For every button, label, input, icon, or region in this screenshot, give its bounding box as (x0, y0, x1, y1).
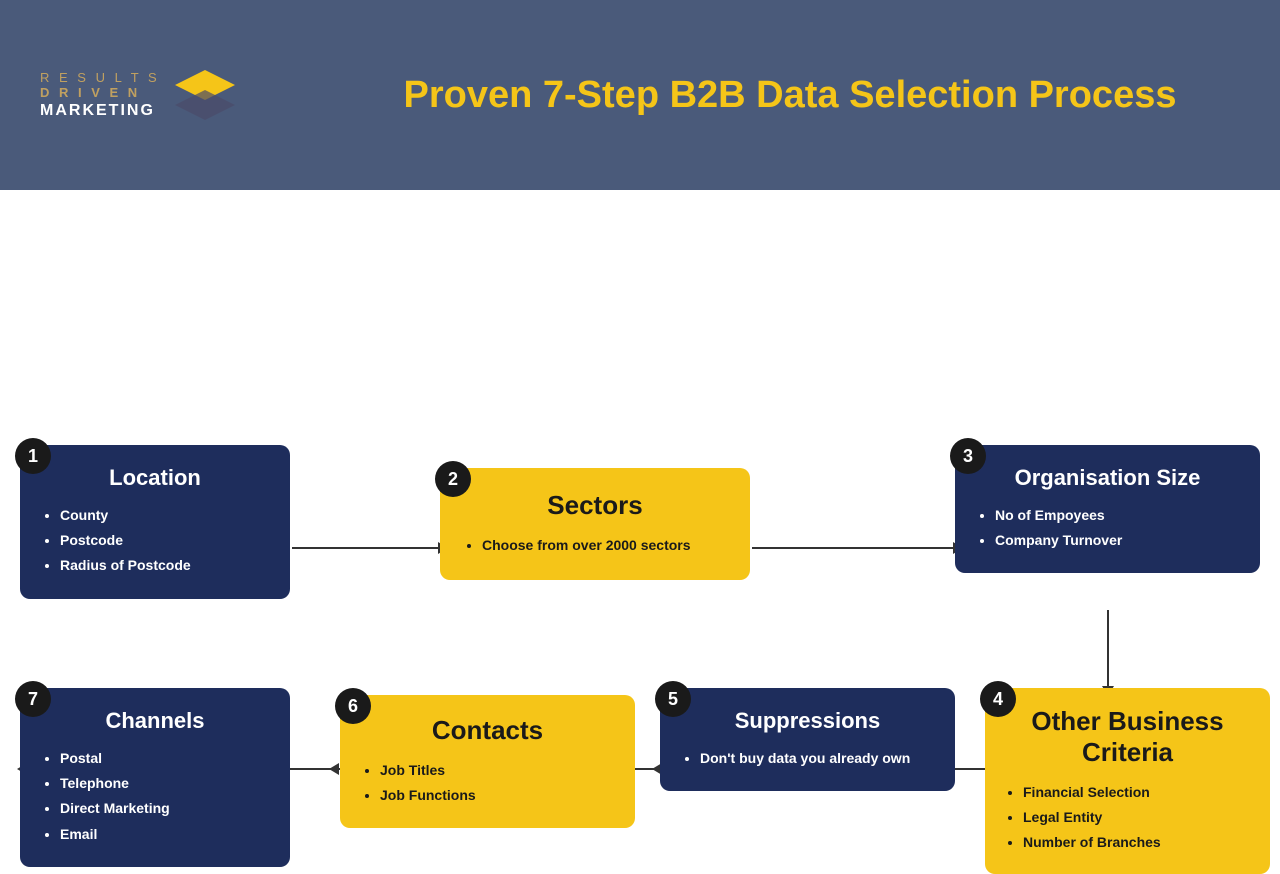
logo-text: R E S U L T S D R I V E N MARKETING (40, 70, 160, 120)
card-channels-title: Channels (38, 708, 272, 734)
list-item: Postcode (60, 528, 272, 553)
card-contacts: Contacts Job Titles Job Functions (340, 695, 635, 828)
list-item: No of Empoyees (995, 503, 1242, 528)
card-channels: Channels Postal Telephone Direct Marketi… (20, 688, 290, 867)
logo-marketing: MARKETING (40, 101, 160, 120)
card-sectors-title: Sectors (460, 490, 730, 521)
list-item: Direct Marketing (60, 796, 272, 821)
logo-chevron-icon (170, 65, 240, 125)
card-location-title: Location (38, 465, 272, 491)
card-sectors-list: Choose from over 2000 sectors (460, 533, 730, 558)
list-item: Legal Entity (1023, 805, 1254, 830)
arrow-3-to-4 (1107, 610, 1109, 688)
step-badge-1: 1 (15, 438, 51, 474)
card-channels-list: Postal Telephone Direct Marketing Email (38, 746, 272, 847)
list-item: Postal (60, 746, 272, 771)
card-location-list: County Postcode Radius of Postcode (38, 503, 272, 579)
card-other-business: Other Business Criteria Financial Select… (985, 688, 1270, 874)
step-badge-4: 4 (980, 681, 1016, 717)
step-badge-2: 2 (435, 461, 471, 497)
list-item: Job Titles (380, 758, 617, 783)
list-item: Don't buy data you already own (700, 746, 937, 771)
logo-area: R E S U L T S D R I V E N MARKETING (40, 65, 300, 125)
step-badge-6: 6 (335, 688, 371, 724)
card-suppressions-list: Don't buy data you already own (678, 746, 937, 771)
list-item: Number of Branches (1023, 830, 1254, 855)
page-title: Proven 7-Step B2B Data Selection Process (340, 74, 1240, 117)
card-org-size: Organisation Size No of Empoyees Company… (955, 445, 1260, 573)
card-suppressions-title: Suppressions (678, 708, 937, 734)
step-badge-3: 3 (950, 438, 986, 474)
card-contacts-list: Job Titles Job Functions (358, 758, 617, 808)
card-other-business-list: Financial Selection Legal Entity Number … (1001, 780, 1254, 856)
list-item: Telephone (60, 771, 272, 796)
list-item: Financial Selection (1023, 780, 1254, 805)
arrow-2-to-3 (752, 547, 955, 549)
list-item: Radius of Postcode (60, 553, 272, 578)
card-org-size-title: Organisation Size (973, 465, 1242, 491)
card-suppressions: Suppressions Don't buy data you already … (660, 688, 955, 791)
step-badge-5: 5 (655, 681, 691, 717)
list-item: Choose from over 2000 sectors (482, 533, 730, 558)
card-sectors: Sectors Choose from over 2000 sectors (440, 468, 750, 580)
header: R E S U L T S D R I V E N MARKETING Prov… (0, 0, 1280, 190)
step-badge-7: 7 (15, 681, 51, 717)
list-item: County (60, 503, 272, 528)
card-location: Location County Postcode Radius of Postc… (20, 445, 290, 599)
list-item: Job Functions (380, 783, 617, 808)
card-org-size-list: No of Empoyees Company Turnover (973, 503, 1242, 553)
card-other-business-title: Other Business Criteria (1001, 706, 1254, 768)
diagram-area: 1 Location County Postcode Radius of Pos… (0, 190, 1280, 720)
logo-results: R E S U L T S (40, 70, 160, 86)
list-item: Company Turnover (995, 528, 1242, 553)
list-item: Email (60, 822, 272, 847)
logo-driven: D R I V E N (40, 85, 160, 101)
arrow-1-to-2 (292, 547, 440, 549)
